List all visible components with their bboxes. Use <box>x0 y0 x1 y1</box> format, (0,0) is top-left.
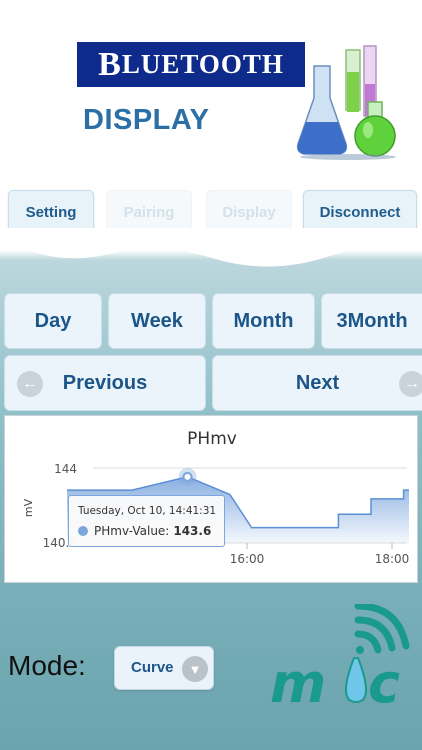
mic-logo: m c <box>270 604 410 714</box>
bluetooth-banner: B LUETOOTH <box>77 42 305 87</box>
tooltip-value-row: PHmv-Value: 143.6 <box>78 524 211 538</box>
setting-button-label: Setting <box>25 203 77 221</box>
display-button-label: Display <box>222 203 276 221</box>
previous-button-label: Previous <box>62 371 148 394</box>
arrow-right-icon: → <box>399 371 422 397</box>
day-button[interactable]: Day <box>4 293 102 349</box>
three-month-button-label: 3Month <box>336 309 408 332</box>
chart-tooltip: Tuesday, Oct 10, 14:41:31 PHmv-Value: 14… <box>68 495 225 547</box>
wifi-signal-icon <box>354 604 410 654</box>
arrow-left-icon: ← <box>17 371 43 397</box>
week-button[interactable]: Week <box>108 293 206 349</box>
highlight-point[interactable] <box>182 471 193 482</box>
wave-divider <box>0 228 422 267</box>
month-button-label: Month <box>233 309 294 332</box>
next-button[interactable]: Next → <box>212 355 422 411</box>
series-marker-icon <box>78 526 88 536</box>
chevron-down-icon: ▼ <box>182 656 208 682</box>
banner-initial: B <box>98 45 122 83</box>
mode-label: Mode: <box>8 650 86 681</box>
water-drop-icon <box>344 657 368 704</box>
previous-button[interactable]: ← Previous <box>4 355 206 411</box>
tooltip-value: 143.6 <box>173 524 212 538</box>
logo-text-m: m <box>270 652 326 714</box>
x-tick-label-1600: 16:00 <box>230 552 265 566</box>
mode-select[interactable]: Curve ▼ <box>114 646 214 690</box>
day-button-label: Day <box>34 309 72 332</box>
disconnect-button-label: Disconnect <box>319 203 401 221</box>
banner-rest: LUETOOTH <box>121 49 284 79</box>
y-axis-label: mV <box>22 498 35 517</box>
logo-text-c: c <box>368 652 400 714</box>
x-tick-label-1800: 18:00 <box>375 552 410 566</box>
chart-title: PHmv <box>187 429 237 449</box>
pairing-button-label: Pairing <box>123 203 175 221</box>
tooltip-date: Tuesday, Oct 10, 14:41:31 <box>78 505 217 517</box>
mode-selected-value: Curve <box>131 659 174 676</box>
display-title: DISPLAY <box>83 104 210 136</box>
app-header: B LUETOOTH DISPLAY Setting Pairing Displa… <box>0 0 422 250</box>
month-button[interactable]: Month <box>212 293 315 349</box>
three-month-button[interactable]: 3Month <box>321 293 422 349</box>
week-button-label: Week <box>131 309 183 332</box>
tooltip-series-label: PHmv-Value: <box>94 524 170 538</box>
next-button-label: Next <box>295 371 340 394</box>
y-tick-label-top: 144 <box>54 462 77 476</box>
lab-flasks-image <box>296 45 396 160</box>
